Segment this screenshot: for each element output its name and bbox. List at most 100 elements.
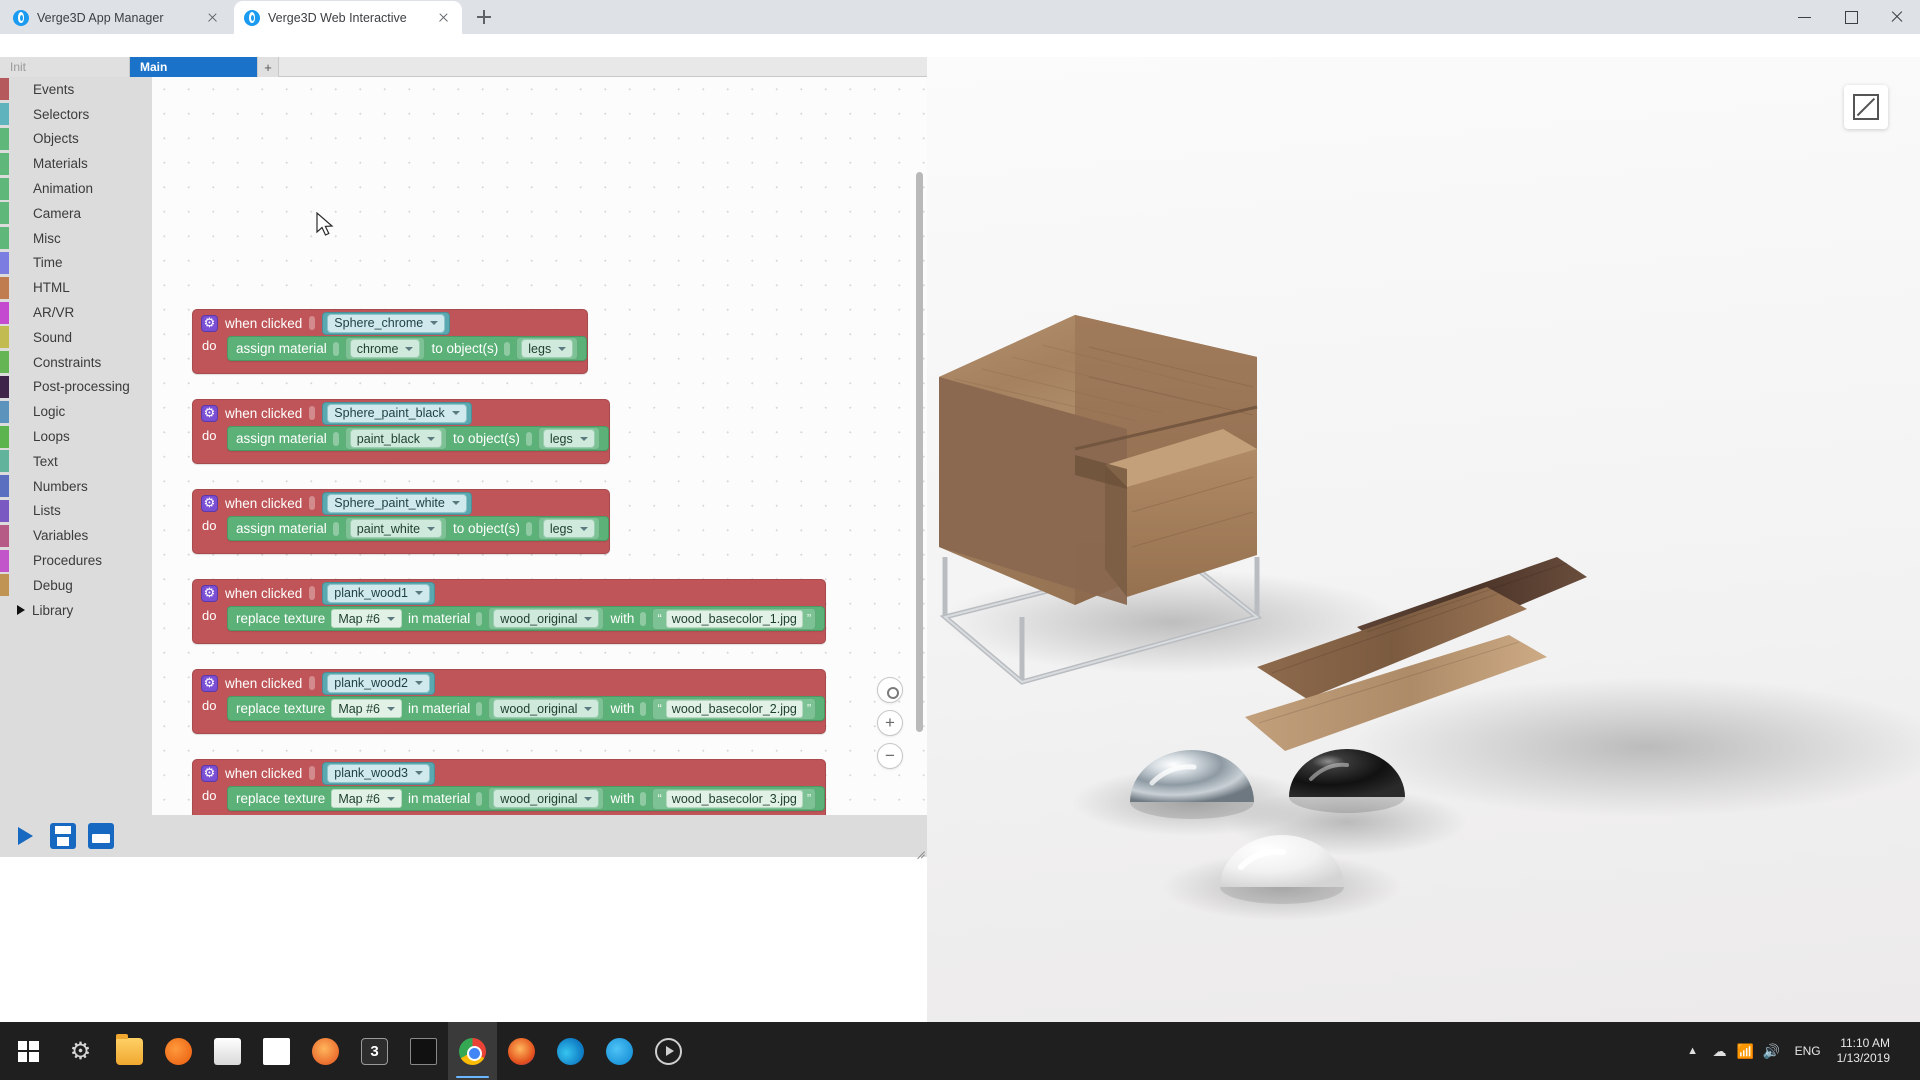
object-dropdown[interactable]: plank_wood1 <box>327 583 430 603</box>
texture-map-dropdown[interactable]: Map #6 <box>331 699 403 718</box>
block-group-sphere-paint-white[interactable]: when clicked Sphere_paint_white do <box>192 489 610 554</box>
run-button[interactable] <box>12 823 38 849</box>
category-misc[interactable]: Misc <box>0 226 152 251</box>
replace-texture-block[interactable]: replace texture Map #6 in material wood_ <box>227 696 826 721</box>
zoom-out-button[interactable]: − <box>877 743 903 769</box>
material-dropdown[interactable]: wood_original <box>493 699 600 718</box>
start-button[interactable] <box>0 1022 56 1080</box>
gear-icon[interactable] <box>201 494 218 512</box>
logic-tab-init[interactable]: Init <box>0 57 130 77</box>
webgl-viewport[interactable] <box>927 57 1920 1022</box>
block-group-plank-wood2[interactable]: when clicked plank_wood2 do <box>192 669 827 734</box>
category-library[interactable]: Library <box>0 598 152 623</box>
category-camera[interactable]: Camera <box>0 201 152 226</box>
object-value-block[interactable]: legs <box>516 337 579 360</box>
taskbar-item-document[interactable] <box>252 1022 301 1080</box>
center-blocks-button[interactable] <box>877 677 903 703</box>
assign-material-block[interactable]: assign material paint_black to object(s) <box>227 426 609 451</box>
texture-string-block[interactable]: “ wood_basecolor_2.jpg ” <box>652 697 817 720</box>
close-window-button[interactable] <box>1874 0 1920 32</box>
maximize-button[interactable] <box>1828 0 1874 32</box>
taskbar-item-edge[interactable] <box>546 1022 595 1080</box>
gear-icon[interactable] <box>201 404 218 422</box>
zoom-in-button[interactable]: + <box>877 710 903 736</box>
taskbar-item-settings[interactable]: ⚙ <box>56 1022 105 1080</box>
category-procedures[interactable]: Procedures <box>0 548 152 573</box>
workspace-vertical-scrollbar[interactable] <box>916 172 923 732</box>
category-arvr[interactable]: AR/VR <box>0 300 152 325</box>
taskbar-item-skype[interactable] <box>595 1022 644 1080</box>
when-clicked-block[interactable]: when clicked Sphere_chrome do <box>192 309 589 374</box>
object-selector-block[interactable]: plank_wood1 <box>322 581 435 605</box>
texture-map-dropdown[interactable]: Map #6 <box>331 609 403 628</box>
close-icon[interactable] <box>204 9 221 26</box>
object-dropdown[interactable]: plank_wood3 <box>327 763 430 783</box>
category-text[interactable]: Text <box>0 449 152 474</box>
category-materials[interactable]: Materials <box>0 151 152 176</box>
taskbar-item-chrome[interactable] <box>448 1022 497 1080</box>
object-selector-block[interactable]: Sphere_paint_white <box>322 491 472 515</box>
object-dropdown[interactable]: legs <box>542 429 595 448</box>
gear-icon[interactable] <box>201 674 218 692</box>
logic-tab-main[interactable]: Main <box>130 57 258 77</box>
texture-filename[interactable]: wood_basecolor_2.jpg <box>665 699 803 718</box>
language-indicator[interactable]: ENG <box>1785 1044 1831 1058</box>
material-value-block[interactable]: chrome <box>344 337 426 360</box>
add-logic-tab-button[interactable]: + <box>258 57 279 77</box>
object-dropdown[interactable]: legs <box>542 519 595 538</box>
gear-icon[interactable] <box>201 314 218 332</box>
when-clicked-block[interactable]: when clicked Sphere_paint_white do <box>192 489 610 554</box>
category-loops[interactable]: Loops <box>0 424 152 449</box>
category-selectors[interactable]: Selectors <box>0 102 152 127</box>
assign-material-block[interactable]: assign material chrome to object(s) legs <box>227 336 588 361</box>
taskbar-item-firefox[interactable] <box>497 1022 546 1080</box>
fullscreen-button[interactable] <box>1844 85 1888 129</box>
category-debug[interactable]: Debug <box>0 573 152 598</box>
taskbar-item-blender[interactable] <box>154 1022 203 1080</box>
category-sound[interactable]: Sound <box>0 325 152 350</box>
category-logic[interactable]: Logic <box>0 399 152 424</box>
category-constraints[interactable]: Constraints <box>0 350 152 375</box>
category-post-processing[interactable]: Post-processing <box>0 375 152 400</box>
category-events[interactable]: Events <box>0 77 152 102</box>
category-numbers[interactable]: Numbers <box>0 474 152 499</box>
material-value-block[interactable]: paint_white <box>344 517 448 540</box>
category-animation[interactable]: Animation <box>0 176 152 201</box>
category-html[interactable]: HTML <box>0 275 152 300</box>
gear-icon[interactable] <box>201 584 218 602</box>
texture-filename[interactable]: wood_basecolor_3.jpg <box>665 789 803 808</box>
taskbar-item-media[interactable] <box>644 1022 693 1080</box>
material-dropdown[interactable]: paint_white <box>349 519 443 538</box>
object-value-block[interactable]: legs <box>537 427 600 450</box>
object-dropdown[interactable]: Sphere_paint_black <box>327 403 467 423</box>
material-value-block[interactable]: wood_original <box>488 697 605 720</box>
block-group-sphere-paint-black[interactable]: when clicked Sphere_paint_black do <box>192 399 610 464</box>
when-clicked-block[interactable]: when clicked plank_wood2 do <box>192 669 827 734</box>
block-group-sphere-chrome[interactable]: when clicked Sphere_chrome do <box>192 309 589 374</box>
material-dropdown[interactable]: wood_original <box>493 609 600 628</box>
minimize-button[interactable] <box>1782 0 1828 32</box>
close-icon[interactable] <box>435 9 452 26</box>
object-selector-block[interactable]: plank_wood3 <box>322 761 435 785</box>
save-button[interactable] <box>50 823 76 849</box>
block-group-plank-wood1[interactable]: when clicked plank_wood1 do <box>192 579 827 644</box>
material-dropdown[interactable]: wood_original <box>493 789 600 808</box>
onedrive-icon[interactable]: ☁ <box>1707 1043 1733 1060</box>
resize-grip[interactable] <box>913 843 925 855</box>
material-dropdown[interactable]: chrome <box>349 339 421 358</box>
replace-texture-block[interactable]: replace texture Map #6 in material wood_ <box>227 606 826 631</box>
gear-icon[interactable] <box>201 764 218 782</box>
category-lists[interactable]: Lists <box>0 499 152 524</box>
browser-tab-app-manager[interactable]: Verge3D App Manager <box>3 1 231 34</box>
texture-map-dropdown[interactable]: Map #6 <box>331 789 403 808</box>
texture-filename[interactable]: wood_basecolor_1.jpg <box>665 609 803 628</box>
object-dropdown[interactable]: Sphere_chrome <box>327 313 446 333</box>
texture-string-block[interactable]: “ wood_basecolor_1.jpg ” <box>652 607 817 630</box>
volume-icon[interactable]: 🔊 <box>1759 1043 1785 1060</box>
material-value-block[interactable]: wood_original <box>488 787 605 810</box>
material-value-block[interactable]: wood_original <box>488 607 605 630</box>
material-dropdown[interactable]: paint_black <box>349 429 443 448</box>
object-dropdown[interactable]: legs <box>521 339 574 358</box>
category-objects[interactable]: Objects <box>0 127 152 152</box>
notifications-icon[interactable] <box>1904 1022 1920 1080</box>
